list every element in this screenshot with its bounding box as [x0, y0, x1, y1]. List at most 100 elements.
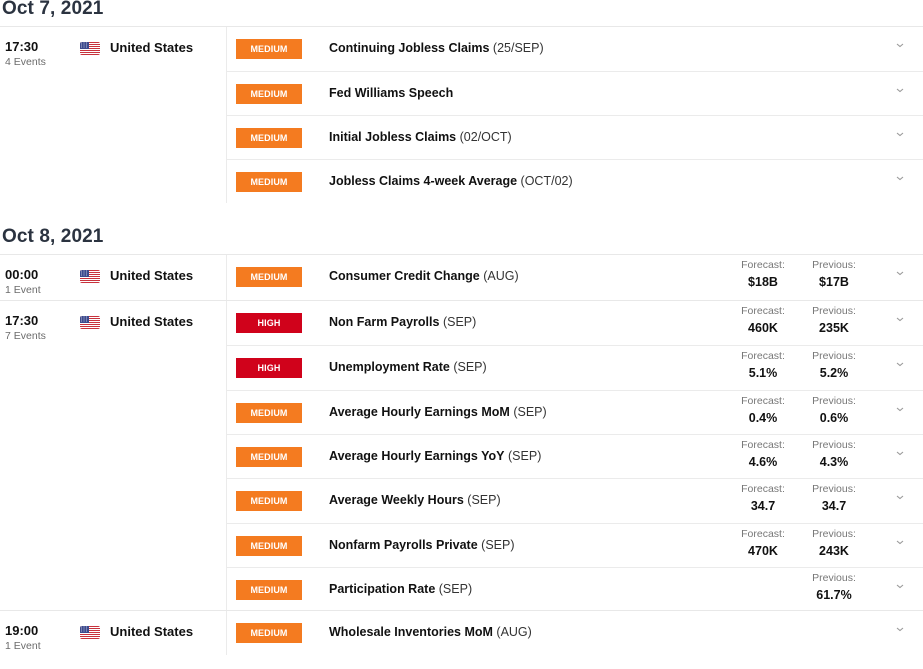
event-count: 4 Events	[5, 56, 46, 68]
event-period: (SEP)	[438, 581, 473, 596]
event-title[interactable]: Nonfarm Payrolls Private (SEP)	[329, 538, 515, 552]
event-row[interactable]: MEDIUM Average Weekly Hours (SEP) Forecast…	[227, 478, 923, 523]
forecast-label: Forecast:	[741, 350, 785, 363]
previous: Previous: 4.3%	[804, 439, 864, 469]
event-period: (02/OCT)	[459, 130, 512, 144]
chevron-down-icon[interactable]	[895, 315, 909, 329]
chevron-down-icon[interactable]	[895, 86, 909, 100]
event-period: (SEP)	[442, 315, 477, 329]
event-name: Nonfarm Payrolls Private	[329, 537, 478, 552]
event-name: Average Hourly Earnings MoM	[329, 404, 510, 419]
event-name: Initial Jobless Claims	[329, 130, 457, 144]
event-count: 1 Event	[5, 640, 41, 652]
previous-label: Previous:	[812, 350, 856, 363]
event-row[interactable]: MEDIUM Jobless Claims 4-week Average (OCT…	[227, 159, 923, 204]
event-title[interactable]: Average Hourly Earnings YoY (SEP)	[329, 449, 541, 463]
previous: Previous: 34.7	[804, 483, 864, 513]
previous-label: Previous:	[812, 571, 856, 584]
forecast-value: 4.6%	[748, 454, 778, 469]
event-name: Wholesale Inventories MoM	[329, 625, 493, 639]
event-group: 19:00 1 Event United States MEDIUM Wholesal…	[0, 610, 923, 655]
country-name: United States	[110, 40, 194, 55]
event-name: Participation Rate	[329, 581, 436, 596]
us-flag-icon	[80, 270, 100, 283]
event-title[interactable]: Initial Jobless Claims (02/OCT)	[329, 130, 512, 144]
event-title[interactable]: Consumer Credit Change (AUG)	[329, 269, 519, 283]
event-name: Consumer Credit Change	[329, 269, 480, 283]
importance-badge: MEDIUM	[236, 491, 302, 512]
previous-value: 34.7	[821, 499, 847, 514]
forecast-label: Forecast:	[741, 527, 785, 540]
importance-badge: HIGH	[236, 313, 302, 333]
event-title[interactable]: Participation Rate (SEP)	[329, 582, 472, 596]
chevron-down-icon[interactable]	[895, 130, 909, 144]
event-count: 7 Events	[5, 330, 46, 342]
event-row[interactable]: MEDIUM Fed Williams Speech	[227, 71, 923, 116]
event-time: 00:00	[5, 267, 39, 282]
event-row[interactable]: MEDIUM Initial Jobless Claims (02/OCT)	[227, 115, 923, 160]
event-period: (AUG)	[483, 269, 519, 283]
event-time: 19:00	[5, 623, 39, 638]
forecast-value: 34.7	[750, 499, 776, 514]
event-row[interactable]: MEDIUM Wholesale Inventories MoM (AUG)	[227, 611, 923, 655]
chevron-down-icon[interactable]	[895, 582, 909, 596]
event-period: (SEP)	[481, 537, 515, 552]
previous-label: Previous:	[812, 438, 856, 451]
event-title[interactable]: Continuing Jobless Claims (25/SEP)	[329, 41, 544, 55]
event-period: (SEP)	[453, 360, 487, 375]
chevron-down-icon[interactable]	[895, 269, 909, 283]
forecast-label: Forecast:	[741, 259, 785, 271]
importance-badge: MEDIUM	[236, 172, 302, 192]
event-row[interactable]: MEDIUM Average Hourly Earnings MoM (SEP) F…	[227, 389, 923, 435]
previous: Previous: 5.2%	[804, 350, 864, 380]
chevron-down-icon[interactable]	[895, 405, 909, 419]
event-name: Continuing Jobless Claims	[329, 41, 490, 55]
event-row[interactable]: MEDIUM Nonfarm Payrolls Private (SEP) Fore…	[227, 522, 923, 568]
event-period: (SEP)	[508, 448, 542, 463]
us-flag-icon	[80, 42, 100, 55]
event-title[interactable]: Average Hourly Earnings MoM (SEP)	[329, 405, 547, 419]
event-title[interactable]: Unemployment Rate (SEP)	[329, 360, 487, 374]
forecast-value: 470K	[748, 543, 778, 558]
chevron-down-icon[interactable]	[895, 493, 909, 507]
event-period: (OCT/02)	[520, 174, 573, 188]
chevron-down-icon[interactable]	[895, 41, 909, 55]
forecast: Forecast: 470K	[733, 528, 793, 558]
forecast: Forecast: 4.6%	[733, 439, 793, 469]
event-period: (SEP)	[467, 493, 501, 508]
event-title[interactable]: Average Weekly Hours (SEP)	[329, 493, 501, 507]
event-title[interactable]: Fed Williams Speech	[329, 86, 453, 100]
event-group: 00:00 1 Event United States MEDIUM Consumer…	[0, 254, 923, 301]
event-row[interactable]: MEDIUM Participation Rate (SEP) Previous: 6…	[227, 566, 923, 612]
event-group: 17:30 4 Events United States MEDIUM Continu…	[0, 26, 923, 203]
importance-badge: MEDIUM	[236, 39, 302, 59]
forecast-value: 460K	[748, 321, 778, 335]
forecast-label: Forecast:	[741, 394, 785, 407]
date-heading: Oct 7, 2021	[2, 0, 104, 19]
previous-value: 0.6%	[819, 410, 849, 425]
event-title[interactable]: Jobless Claims 4-week Average (OCT/02)	[329, 174, 573, 188]
chevron-down-icon[interactable]	[895, 538, 909, 552]
event-row[interactable]: MEDIUM Average Hourly Earnings YoY (SEP) F…	[227, 433, 923, 479]
chevron-down-icon[interactable]	[895, 360, 909, 374]
event-time: 17:30	[5, 313, 39, 328]
event-name: Non Farm Payrolls	[329, 315, 440, 329]
event-row[interactable]: MEDIUM Continuing Jobless Claims (25/SEP)	[227, 27, 923, 71]
event-row[interactable]: MEDIUM Consumer Credit Change (AUG) Foreca…	[227, 255, 923, 299]
previous: Previous: 235K	[804, 305, 864, 335]
chevron-down-icon[interactable]	[895, 174, 909, 188]
event-row[interactable]: HIGH Unemployment Rate (SEP) Forecast: 5.1%…	[227, 345, 923, 390]
previous-label: Previous:	[812, 483, 856, 496]
event-period: (AUG)	[496, 625, 532, 639]
event-period: (25/SEP)	[492, 41, 544, 55]
chevron-down-icon[interactable]	[895, 625, 909, 639]
previous-label: Previous:	[812, 259, 856, 271]
chevron-down-icon[interactable]	[895, 449, 909, 463]
event-row[interactable]: HIGH Non Farm Payrolls (SEP) Forecast: 460K…	[227, 301, 923, 345]
event-name: Average Hourly Earnings YoY	[329, 448, 505, 463]
event-title[interactable]: Wholesale Inventories MoM (AUG)	[329, 625, 532, 639]
event-title[interactable]: Non Farm Payrolls (SEP)	[329, 315, 476, 329]
importance-badge: MEDIUM	[236, 446, 302, 467]
forecast-label: Forecast:	[741, 305, 785, 317]
previous-label: Previous:	[812, 527, 856, 540]
